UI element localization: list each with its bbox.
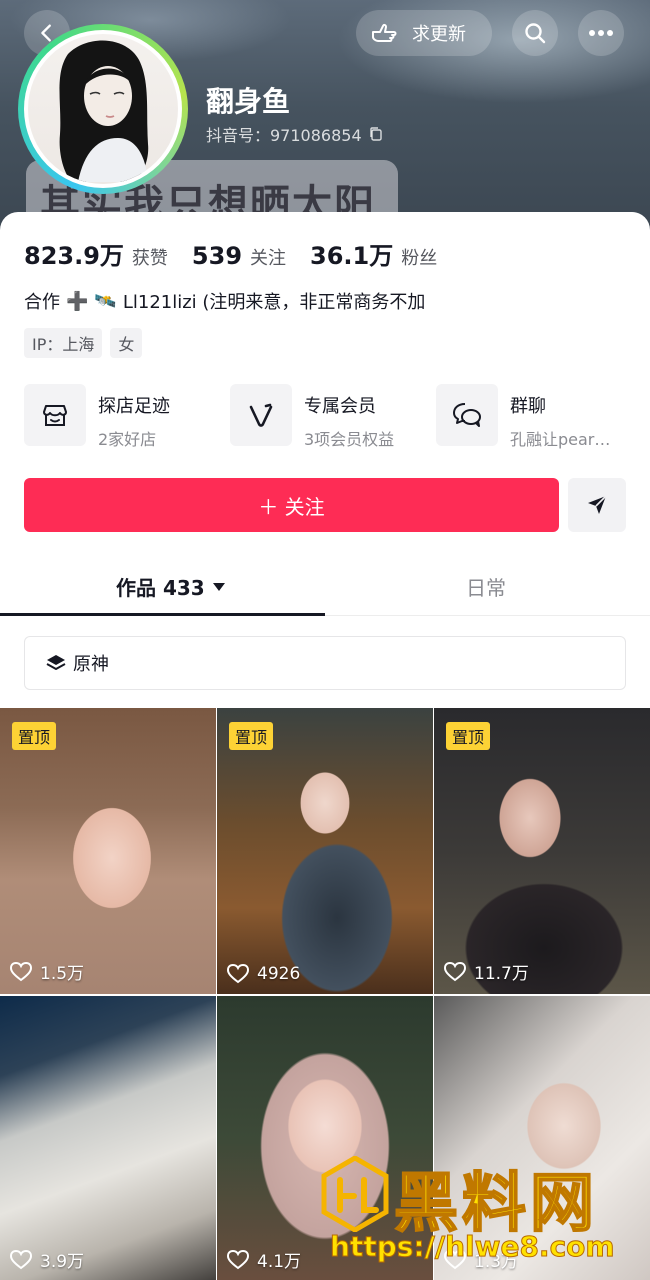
video-thumbnail[interactable]: 3.9万	[0, 996, 216, 1280]
layers-icon	[46, 655, 66, 670]
collection-filter[interactable]: 原神	[24, 636, 626, 690]
like-count-text: 11.7万	[474, 964, 529, 984]
service-sub: 2家好店	[98, 430, 157, 449]
bio-prefix: 合作	[24, 292, 60, 313]
service-shop-visits[interactable]: 探店足迹 2家好店	[24, 384, 230, 450]
pointing-hand-icon	[372, 23, 397, 42]
pinned-badge: 置顶	[229, 722, 274, 750]
avatar-illustration	[59, 40, 149, 183]
like-count-text: 4926	[257, 964, 301, 984]
like-count-text: 1.5万	[40, 964, 85, 984]
service-sub: 孔融让pear…	[510, 430, 611, 449]
watermark: 黑料网 https://hlwe8.com	[300, 1138, 640, 1278]
bio-plus-emoji: ➕	[66, 290, 89, 312]
stat-likes-num: 823.9万	[24, 242, 124, 270]
douyin-id: 抖音号：971086854	[206, 122, 384, 146]
tab-works[interactable]: 作品 433	[116, 572, 225, 601]
pinned-badge: 置顶	[446, 722, 491, 750]
content-tabs: 作品 433 日常	[0, 558, 650, 616]
request-update-button[interactable]: 求更新	[356, 10, 492, 56]
stat-fans-num: 36.1万	[310, 242, 394, 270]
copy-icon[interactable]	[368, 126, 384, 142]
service-title: 专属会员	[304, 396, 376, 417]
pinned-badge: 置顶	[12, 722, 57, 750]
heart-icon	[444, 961, 466, 981]
follow-button[interactable]: ＋ 关注	[24, 478, 559, 532]
more-dots-icon	[589, 30, 613, 36]
service-vip[interactable]: 专属会员 3项会员权益	[230, 384, 436, 450]
search-button[interactable]	[512, 10, 558, 56]
more-button[interactable]	[578, 10, 624, 56]
heart-icon	[227, 1249, 249, 1269]
vip-v-icon	[230, 384, 292, 446]
watermark-logo-icon	[321, 1156, 389, 1232]
watermark-url: https://hlwe8.com	[330, 1230, 616, 1264]
tag-list: IP：上海 女	[24, 328, 143, 358]
video-thumbnail[interactable]: 置顶 4926	[217, 708, 433, 994]
shop-icon	[24, 384, 86, 446]
stat-following-num: 539	[191, 242, 243, 270]
like-count: 4.1万	[227, 1247, 301, 1272]
like-count: 1.5万	[10, 959, 84, 984]
tab-works-label: 作品 433	[116, 576, 205, 600]
video-thumbnail[interactable]: 置顶 11.7万	[434, 708, 650, 994]
bio-text: Ll121lizi (注明来意，非正常商务不加	[122, 292, 426, 313]
caret-down-icon	[212, 582, 225, 591]
stat-likes: 823.9万 获赞	[24, 236, 168, 271]
chat-bubbles-icon	[436, 384, 498, 446]
nickname: 翻身鱼	[206, 85, 291, 118]
bio: 合作 ➕ 🛰️ Ll121lizi (注明来意，非正常商务不加	[24, 288, 425, 314]
heart-icon	[227, 964, 249, 984]
like-count: 11.7万	[444, 959, 529, 984]
paper-plane-icon	[588, 495, 607, 514]
like-count: 4926	[227, 964, 300, 984]
service-row: 探店足迹 2家好店 专属会员 3项会员权益 群聊 孔融让pear…	[24, 384, 644, 450]
stat-likes-label: 获赞	[131, 248, 168, 269]
stat-following-label: 关注	[250, 248, 287, 269]
tag-gender: 女	[110, 328, 143, 358]
like-count: 3.9万	[10, 1247, 84, 1272]
video-thumbnail[interactable]: 置顶 1.5万	[0, 708, 216, 994]
avatar-image	[28, 34, 178, 184]
like-count-text: 3.9万	[40, 1252, 85, 1272]
request-update-label: 求更新	[412, 24, 466, 45]
douyin-id-text: 抖音号：971086854	[206, 126, 362, 145]
bio-satellite-emoji: 🛰️	[94, 290, 117, 312]
stat-fans-label: 粉丝	[401, 248, 438, 269]
service-title: 群聊	[510, 396, 546, 417]
service-title: 探店足迹	[98, 396, 170, 417]
search-icon	[525, 23, 546, 44]
send-button[interactable]	[568, 478, 626, 532]
stats-row: 823.9万 获赞 539 关注 36.1万 粉丝	[24, 236, 437, 271]
heart-icon	[10, 961, 32, 981]
service-sub: 3项会员权益	[304, 430, 395, 449]
tab-underline	[0, 613, 325, 616]
tab-daily[interactable]: 日常	[466, 572, 506, 601]
heart-icon	[10, 1249, 32, 1269]
tag-ip: IP：上海	[24, 328, 103, 358]
stat-following[interactable]: 539 关注	[192, 242, 286, 270]
avatar[interactable]	[18, 24, 188, 194]
collection-filter-label: 原神	[73, 654, 109, 675]
service-group-chat[interactable]: 群聊 孔融让pear…	[436, 384, 642, 450]
stat-fans[interactable]: 36.1万 粉丝	[310, 236, 437, 271]
like-count-text: 4.1万	[257, 1252, 302, 1272]
